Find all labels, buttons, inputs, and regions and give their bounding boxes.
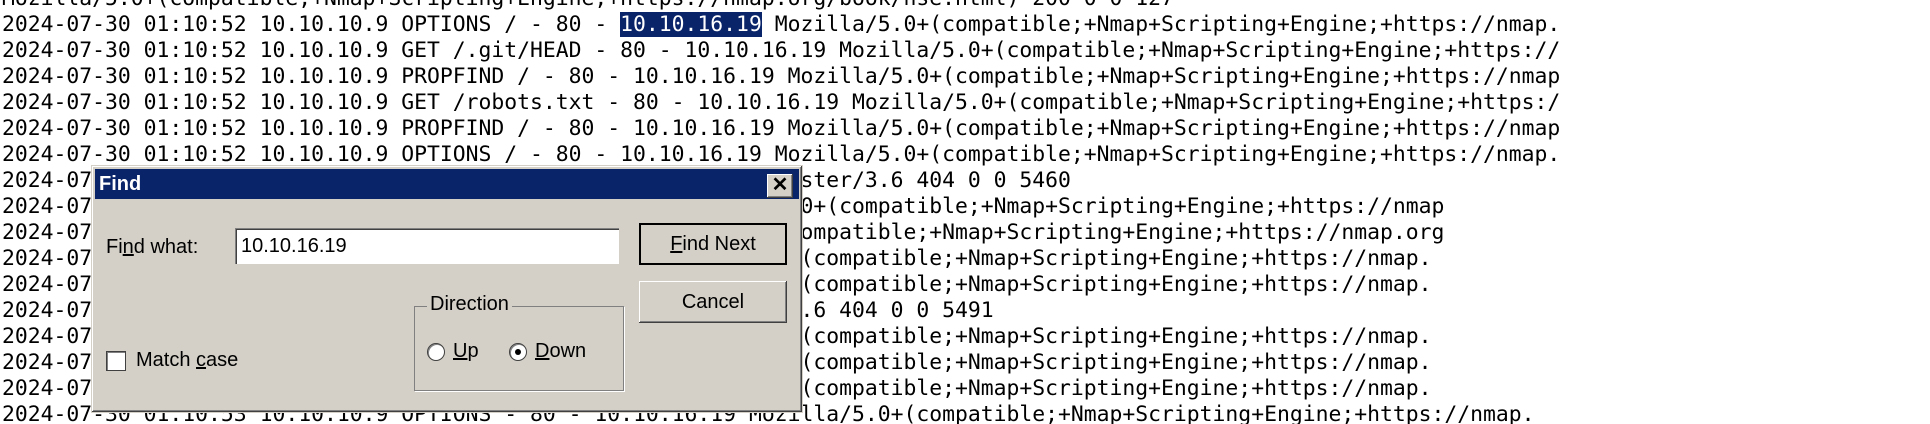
close-icon[interactable]: ✕ xyxy=(767,174,793,198)
find-dialog: Find ✕ Find what: Find Next Cancel Direc… xyxy=(91,165,803,413)
dialog-titlebar[interactable]: Find ✕ xyxy=(95,169,799,199)
log-line: 2024-07-30 01:10:52 10.10.10.9 GET /robo… xyxy=(2,90,1561,115)
direction-up-label[interactable]: Up xyxy=(453,340,479,363)
direction-up-radio[interactable] xyxy=(427,343,445,361)
find-next-button[interactable]: Find Next xyxy=(639,223,787,265)
radio-selected-dot xyxy=(515,349,521,355)
match-case-label[interactable]: Match case xyxy=(136,349,238,372)
notepad-window: Mozilla/5.0+(compatible;+Nmap+Scripting+… xyxy=(0,0,1930,424)
cancel-button[interactable]: Cancel xyxy=(639,281,787,323)
log-line: 2024-07-30 01:10:52 10.10.10.9 PROPFIND … xyxy=(2,64,1561,89)
log-line: 2024-07-30 01:10:52 10.10.10.9 PROPFIND … xyxy=(2,116,1561,141)
log-line: 2024-07-30 01:10:52 10.10.10.9 GET /.git… xyxy=(2,38,1561,63)
search-match-highlight: 10.10.16.19 xyxy=(620,12,762,37)
direction-down-label[interactable]: Down xyxy=(535,340,586,363)
dialog-title: Find xyxy=(99,173,142,195)
direction-label: Direction xyxy=(427,293,512,316)
direction-group: Direction Up Down xyxy=(414,293,624,391)
find-what-label: Find what: xyxy=(106,236,199,258)
find-what-input[interactable] xyxy=(235,228,619,264)
direction-down-radio[interactable] xyxy=(509,343,527,361)
log-line: 2024-07-30 01:10:52 10.10.10.9 OPTIONS /… xyxy=(2,12,1561,37)
log-line: Mozilla/5.0+(compatible;+Nmap+Scripting+… xyxy=(2,0,1560,12)
match-case-checkbox[interactable] xyxy=(106,351,126,371)
